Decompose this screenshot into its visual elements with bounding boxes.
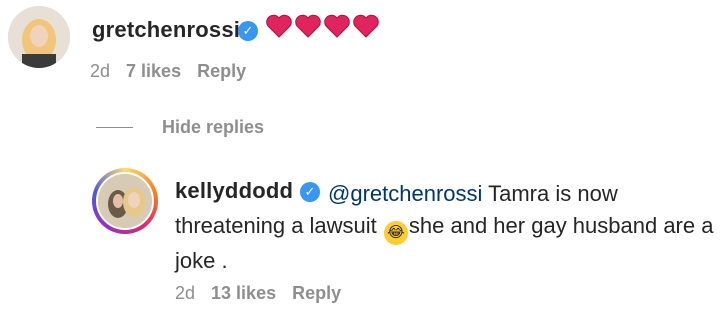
reply-button[interactable]: Reply xyxy=(292,283,341,304)
heart-icon xyxy=(266,14,292,38)
heart-icon xyxy=(324,14,350,38)
comment-username[interactable]: gretchenrossi xyxy=(92,17,240,43)
avatar[interactable] xyxy=(96,172,154,230)
heart-icon xyxy=(295,14,321,38)
reply-meta: 2d 13 likes Reply xyxy=(175,283,341,304)
profile-photo-icon xyxy=(8,6,70,68)
comment-body xyxy=(266,14,379,38)
heart-icon xyxy=(353,14,379,38)
comment-likes[interactable]: 7 likes xyxy=(126,61,181,82)
comment-time: 2d xyxy=(90,61,111,81)
hide-replies-divider xyxy=(96,127,133,128)
hide-replies-button[interactable]: Hide replies xyxy=(162,117,264,138)
reply-time: 2d xyxy=(175,283,196,303)
reply-likes[interactable]: 13 likes xyxy=(211,283,276,304)
mention-link[interactable]: @gretchenrossi xyxy=(328,181,482,206)
comment-meta: 2d 7 likes Reply xyxy=(90,61,246,82)
verified-badge-icon: ✓ xyxy=(238,21,258,41)
reply-username[interactable]: kellyddodd xyxy=(175,178,293,204)
laughing-emoji-icon: 😂 xyxy=(383,221,408,245)
reply-button[interactable]: Reply xyxy=(197,61,246,82)
avatar[interactable] xyxy=(8,6,70,68)
profile-photo-icon xyxy=(98,174,152,228)
verified-badge-icon: ✓ xyxy=(300,182,320,202)
